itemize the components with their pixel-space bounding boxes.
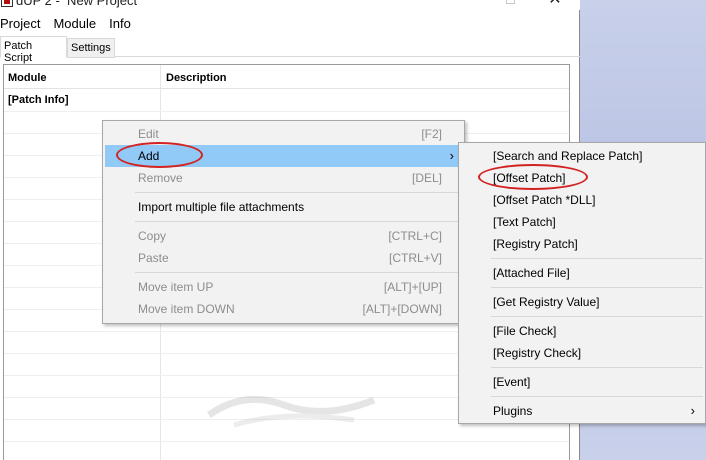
- menu-item-import-attachments[interactable]: Import multiple file attachments: [105, 196, 462, 218]
- menu-separator: [135, 221, 462, 222]
- menu-bar: Project Module Info: [0, 13, 580, 33]
- submenu-item-plugins[interactable]: Plugins ›: [461, 400, 703, 422]
- submenu-item-text-patch[interactable]: [Text Patch]: [461, 211, 703, 233]
- menu-item-copy[interactable]: Copy [CTRL+C]: [105, 225, 462, 247]
- submenu-item-search-replace-patch[interactable]: [Search and Replace Patch]: [461, 145, 703, 167]
- menu-separator: [491, 316, 703, 317]
- submenu-item-registry-patch[interactable]: [Registry Patch]: [461, 233, 703, 255]
- list-header: Module Description: [4, 65, 569, 89]
- menu-separator: [491, 287, 703, 288]
- tab-strip: Patch Script Settings: [0, 36, 580, 64]
- annotation-circle-add: [116, 142, 203, 168]
- menu-separator: [135, 192, 462, 193]
- watermark-logo: [206, 395, 376, 428]
- app-icon: [1, 0, 13, 7]
- submenu-item-file-check[interactable]: [File Check]: [461, 320, 703, 342]
- menu-item-remove[interactable]: Remove [DEL]: [105, 167, 462, 189]
- column-header-module[interactable]: Module: [8, 72, 47, 84]
- submenu-item-attached-file[interactable]: [Attached File]: [461, 262, 703, 284]
- menu-item-move-up[interactable]: Move item UP [ALT]+[UP]: [105, 276, 462, 298]
- submenu-item-event[interactable]: [Event]: [461, 371, 703, 393]
- menu-separator: [491, 258, 703, 259]
- submenu-item-offset-patch-dll[interactable]: [Offset Patch *DLL]: [461, 189, 703, 211]
- title-bar: dUP 2 - New Project ✕: [0, 0, 580, 10]
- grid-line: [4, 441, 569, 442]
- submenu-item-get-registry-value[interactable]: [Get Registry Value]: [461, 291, 703, 313]
- list-item[interactable]: [Patch Info]: [8, 94, 69, 106]
- menu-item-move-down[interactable]: Move item DOWN [ALT]+[DOWN]: [105, 298, 462, 320]
- column-header-description[interactable]: Description: [166, 72, 227, 84]
- menu-separator: [491, 396, 703, 397]
- chevron-right-icon: ›: [690, 403, 695, 418]
- annotation-circle-offset-patch: [478, 164, 588, 190]
- chevron-right-icon: ›: [449, 148, 454, 163]
- maximize-button[interactable]: [506, 0, 515, 4]
- window-title: dUP 2 - New Project: [16, 0, 138, 8]
- tab-settings[interactable]: Settings: [67, 38, 115, 58]
- menu-module[interactable]: Module: [53, 16, 103, 31]
- menu-info[interactable]: Info: [109, 16, 138, 31]
- menu-separator: [135, 272, 462, 273]
- tab-patch-script[interactable]: Patch Script: [0, 36, 67, 64]
- menu-item-paste[interactable]: Paste [CTRL+V]: [105, 247, 462, 269]
- grid-line: [4, 111, 569, 112]
- close-icon[interactable]: ✕: [548, 0, 562, 8]
- menu-separator: [491, 367, 703, 368]
- submenu-item-registry-check[interactable]: [Registry Check]: [461, 342, 703, 364]
- menu-project[interactable]: Project: [0, 16, 47, 31]
